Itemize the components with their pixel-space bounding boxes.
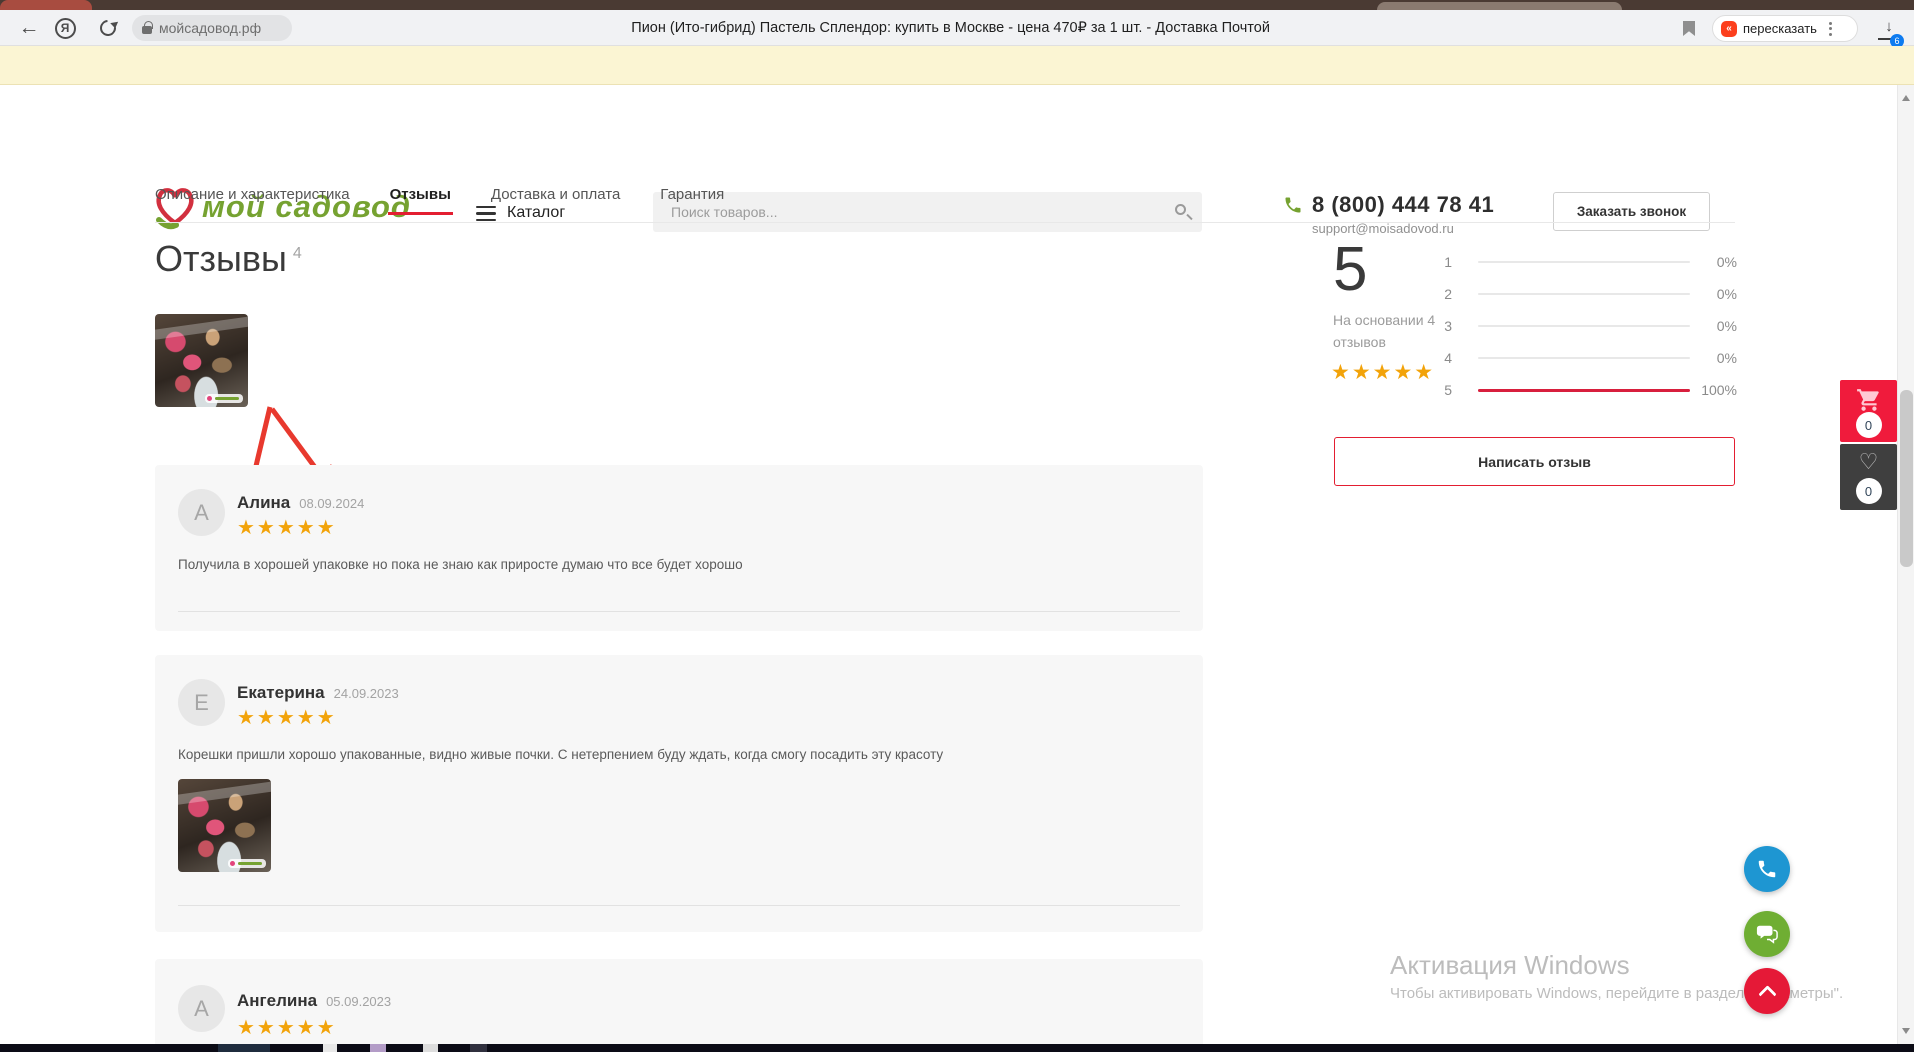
screen: ← Я мойсадовод.рф Пион (Ито-гибрид) Паст… (0, 0, 1914, 1052)
review-photo-thumbnail[interactable] (155, 314, 248, 407)
chevron-up-icon (1758, 985, 1776, 1003)
window-top-strip (0, 0, 1914, 10)
divider (178, 611, 1180, 612)
tab-warranty[interactable]: Гарантия (660, 186, 724, 221)
avatar: А (178, 489, 225, 536)
bar-percent: 0% (1690, 350, 1737, 366)
rating-bars: 1 0% 2 0% 3 0% 4 0% 5 100% (1438, 246, 1737, 406)
rating-bar-row: 1 0% (1438, 246, 1737, 278)
tab-description[interactable]: Описание и характеристика (155, 186, 350, 221)
tab-reviews[interactable]: Отзывы (390, 186, 451, 221)
bar-rating-label: 4 (1438, 350, 1452, 366)
search-input[interactable] (671, 192, 1151, 232)
scrollbar-thumb[interactable] (1900, 390, 1913, 567)
bar-rating-label: 5 (1438, 382, 1452, 398)
bar-rating-label: 1 (1438, 254, 1452, 270)
browser-tab-highlight (1377, 2, 1622, 10)
reviewer-name: Екатерина (237, 683, 325, 703)
chat-icon (1755, 923, 1779, 945)
review-card: А Алина 08.09.2024 ★★★★★ Получила в хоро… (155, 465, 1203, 631)
review-photo-thumbnail[interactable] (178, 779, 271, 872)
retell-label: пересказать (1743, 21, 1817, 36)
yandex-offer-bar: Y Найдены другие предложения по запросу … (0, 46, 1914, 85)
rating-bar-row: 2 0% (1438, 278, 1737, 310)
review-date: 05.09.2023 (326, 994, 391, 1009)
review-stars: ★★★★★ (237, 515, 337, 540)
review-date: 08.09.2024 (299, 496, 364, 511)
bar-track (1478, 389, 1690, 391)
bar-rating-label: 2 (1438, 286, 1452, 302)
url-text: мойсадовод.рф (159, 20, 261, 36)
summary-stars: ★★★★★ (1331, 360, 1435, 385)
browser-tab-partial[interactable] (0, 0, 92, 10)
bar-track (1478, 261, 1690, 263)
bar-percent: 0% (1690, 318, 1737, 334)
bar-percent: 0% (1690, 254, 1737, 270)
avatar: А (178, 985, 225, 1032)
scroll-down-arrow[interactable] (1902, 1028, 1910, 1038)
site-header: мой садовод Каталог 8 (800) 444 78 41 su… (0, 85, 1914, 170)
rating-bar-row: 4 0% (1438, 342, 1737, 374)
write-review-button[interactable]: Написать отзыв (1334, 437, 1735, 486)
bar-track (1478, 293, 1690, 295)
retell-button[interactable]: « пересказать (1712, 15, 1858, 42)
bar-rating-label: 3 (1438, 318, 1452, 334)
reviewer-name: Ангелина (237, 991, 317, 1011)
back-icon[interactable]: ← (14, 10, 44, 46)
bar-track (1478, 325, 1690, 327)
toolbar-menu-icon[interactable] (1829, 22, 1832, 36)
scroll-up-arrow[interactable] (1902, 91, 1910, 101)
cart-button[interactable]: 0 (1840, 380, 1897, 442)
review-card: А Ангелина 05.09.2023 ★★★★★ (155, 959, 1203, 1052)
browser-toolbar: ← Я мойсадовод.рф Пион (Ито-гибрид) Паст… (0, 10, 1914, 46)
phone-number: 8 (800) 444 78 41 (1312, 192, 1494, 218)
review-stars: ★★★★★ (237, 705, 337, 730)
review-card: Е Екатерина 24.09.2023 ★★★★★ Корешки при… (155, 655, 1203, 932)
favorites-count-badge: 0 (1856, 478, 1882, 504)
phone-icon (1283, 195, 1303, 215)
phone-block[interactable]: 8 (800) 444 78 41 (1283, 192, 1494, 218)
scroll-to-top-fab[interactable] (1744, 968, 1790, 1014)
order-call-button[interactable]: Заказать звонок (1553, 192, 1710, 231)
phone-icon (1756, 858, 1778, 880)
callback-fab[interactable] (1744, 846, 1790, 892)
reviewer-name: Алина (237, 493, 290, 513)
review-date: 24.09.2023 (334, 686, 399, 701)
reviews-count: 4 (293, 245, 302, 262)
divider (178, 905, 1180, 906)
tab-delivery[interactable]: Доставка и оплата (491, 186, 620, 221)
avatar: Е (178, 679, 225, 726)
bar-percent: 0% (1690, 286, 1737, 302)
lock-icon (142, 26, 152, 34)
favorites-button[interactable]: ♡ 0 (1840, 444, 1897, 510)
reviews-title: Отзывы4 (155, 238, 302, 280)
search-icon[interactable] (1175, 204, 1186, 215)
cart-icon (1855, 387, 1883, 413)
tabs-divider (155, 222, 1735, 223)
windows-activation-title: Активация Windows (1390, 950, 1630, 981)
reload-icon[interactable] (94, 10, 122, 46)
rating-bar-row: 3 0% (1438, 310, 1737, 342)
review-text: Получила в хорошей упаковке но пока не з… (178, 557, 1163, 572)
bookmark-icon[interactable] (1683, 21, 1695, 36)
yandex-letter: Я (55, 18, 76, 39)
browser-page-title: Пион (Ито-гибрид) Пастель Сплендор: купи… (631, 10, 1270, 46)
scrollbar[interactable] (1897, 85, 1914, 1044)
gpt-icon: « (1721, 21, 1737, 37)
average-rating: 5 (1333, 234, 1367, 305)
review-stars: ★★★★★ (237, 1015, 337, 1040)
review-text: Корешки пришли хорошо упакованные, видно… (178, 747, 1163, 762)
heart-icon: ♡ (1840, 449, 1897, 475)
search-box (653, 192, 1202, 232)
cart-count-badge: 0 (1856, 412, 1882, 438)
bar-track (1478, 357, 1690, 359)
address-bar[interactable]: мойсадовод.рф (132, 15, 292, 41)
rating-bar-row: 5 100% (1438, 374, 1737, 406)
bar-percent: 100% (1690, 382, 1737, 398)
product-tabs: Описание и характеристика Отзывы Доставк… (155, 186, 724, 221)
chat-fab[interactable] (1744, 911, 1790, 957)
windows-taskbar-edge (0, 1044, 1914, 1052)
yandex-browser-icon[interactable]: Я (52, 10, 78, 46)
